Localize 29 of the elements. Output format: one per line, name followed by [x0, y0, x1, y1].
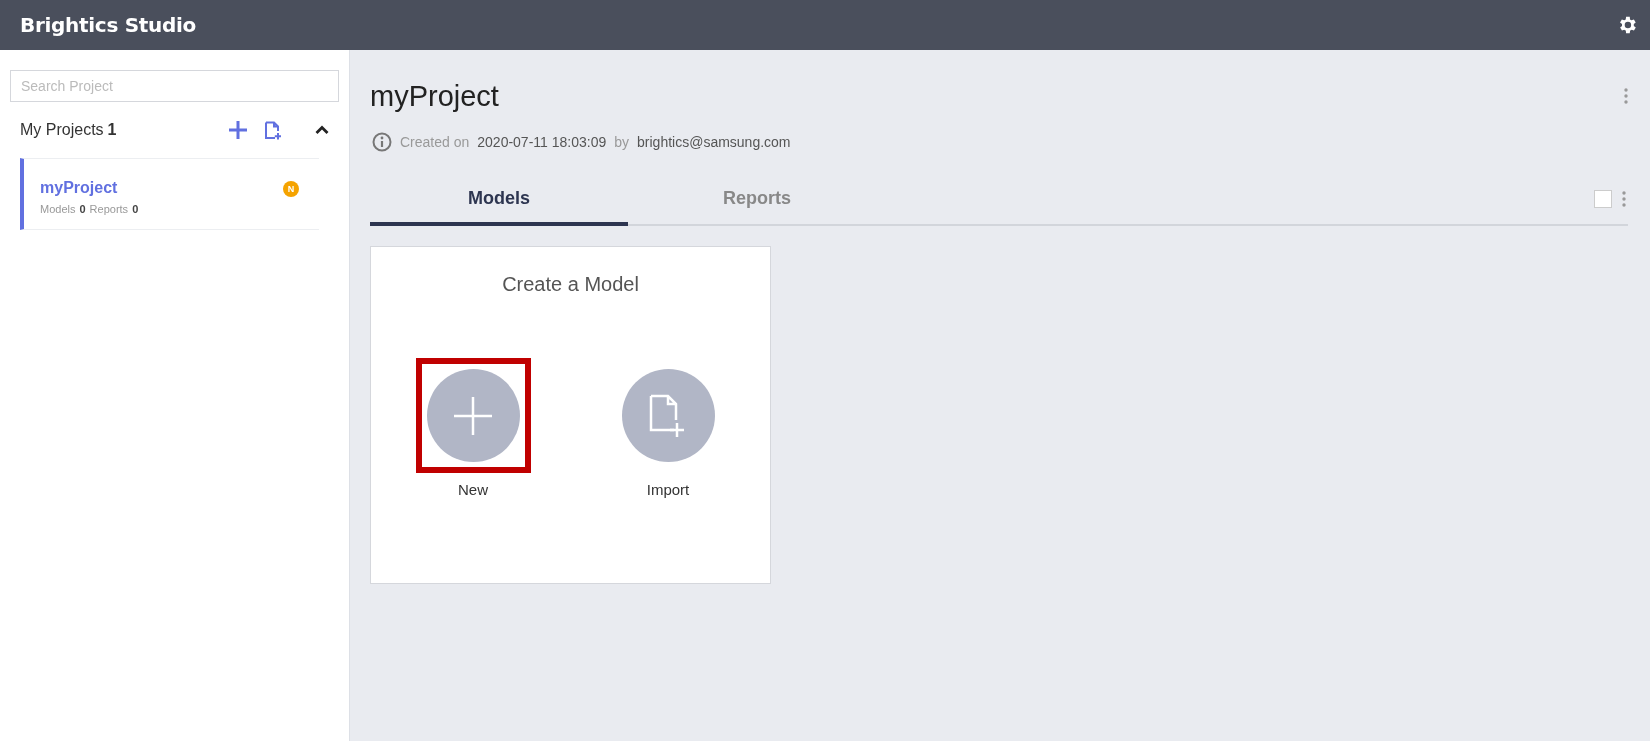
file-plus-icon[interactable]	[264, 120, 281, 140]
more-options-icon[interactable]	[1622, 191, 1626, 207]
tab[interactable]: Models	[370, 174, 628, 226]
project-item[interactable]: myProject Models 0 Reports 0 N	[20, 158, 319, 230]
project-count: 1	[107, 121, 117, 139]
new-badge: N	[283, 181, 299, 197]
file-plus-icon	[649, 393, 687, 438]
search-field[interactable]: Search Project	[10, 70, 339, 102]
project-name: myProject	[40, 179, 119, 197]
card-title: Create a Model	[502, 273, 639, 296]
created-date: 2020-07-11 18:03:09	[477, 134, 607, 150]
collapse-icon[interactable]	[315, 125, 329, 135]
created-label: Created on	[400, 134, 470, 150]
models-label: Models	[40, 203, 76, 215]
option-label: Import	[646, 481, 690, 498]
more-options-icon[interactable]	[1624, 88, 1628, 104]
section-label: My Projects	[20, 121, 104, 139]
app-title: Brightics Studio	[20, 13, 196, 37]
project-title: myProject	[370, 79, 499, 113]
plus-icon	[453, 395, 493, 436]
option-label: New	[458, 481, 488, 498]
reports-count: 0	[132, 203, 139, 215]
checkbox[interactable]	[1594, 190, 1612, 208]
reports-label: Reports	[89, 203, 129, 215]
add-icon[interactable]	[228, 120, 248, 140]
models-count: 0	[79, 203, 86, 215]
by-label: by	[614, 134, 630, 150]
info-icon	[372, 132, 392, 152]
author-email: brightics@samsung.com	[637, 134, 791, 150]
